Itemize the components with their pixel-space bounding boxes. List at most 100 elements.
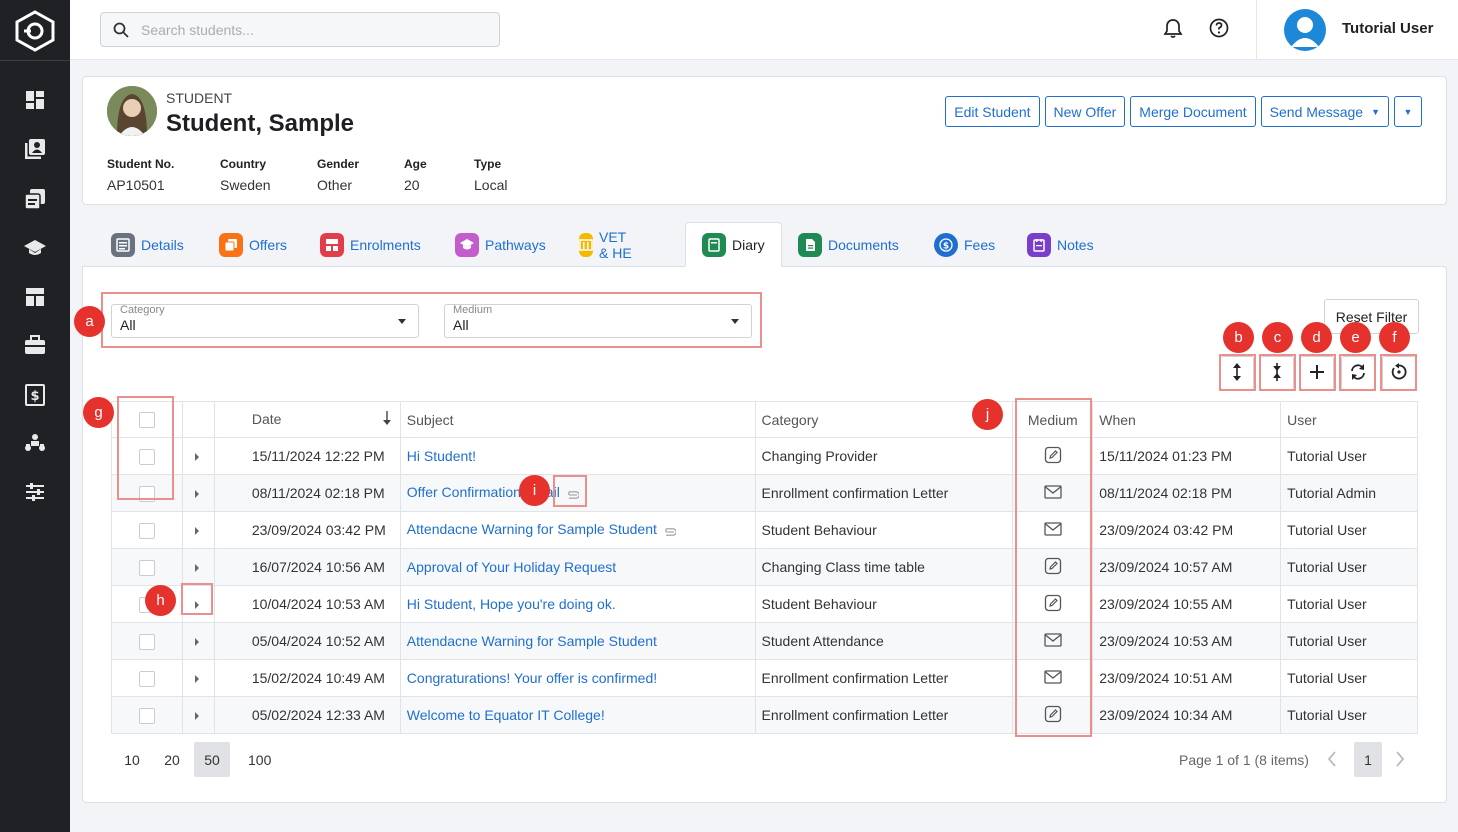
when-cell: 15/11/2024 01:23 PM (1092, 437, 1282, 475)
more-actions-button[interactable]: ▼ (1394, 96, 1422, 127)
collapse-all-button[interactable] (1260, 356, 1294, 390)
page-size-10[interactable]: 10 (114, 742, 150, 777)
table-row[interactable]: 23/09/2024 03:42 PM Attendacne Warning fo… (111, 511, 1418, 549)
expand-row-icon[interactable] (194, 638, 199, 646)
date-cell: 08/11/2024 02:18 PM (213, 474, 401, 512)
select-cell (111, 659, 183, 697)
page-size-100[interactable]: 100 (240, 742, 279, 777)
tab-pathways[interactable]: Pathways (455, 222, 546, 267)
graduation-icon[interactable] (23, 236, 47, 260)
expand-row-icon[interactable] (194, 601, 199, 609)
subject-link[interactable]: Approval of Your Holiday Request (407, 559, 616, 575)
subject-link[interactable]: Welcome to Equator IT College! (407, 707, 605, 723)
layout-icon[interactable] (23, 285, 47, 309)
medium-cell (1012, 437, 1094, 475)
annotation-marker-e: e (1340, 322, 1371, 353)
row-checkbox[interactable] (139, 633, 155, 650)
network-icon[interactable] (23, 431, 47, 455)
annotation-marker-b: b (1223, 322, 1254, 353)
tab-diary[interactable]: Diary (685, 222, 782, 267)
new-offer-button[interactable]: New Offer (1044, 96, 1126, 127)
select-all-checkbox[interactable] (139, 412, 155, 429)
tab-offers[interactable]: Offers (219, 222, 287, 267)
table-row[interactable]: 10/04/2024 10:53 AM Hi Student, Hope you'… (111, 585, 1418, 623)
field-country: Country Sweden (220, 157, 271, 193)
row-checkbox[interactable] (139, 670, 155, 687)
subject-link[interactable]: Hi Student, Hope you're doing ok. (407, 596, 616, 612)
students-icon[interactable] (23, 137, 47, 161)
tab-details[interactable]: Details (111, 222, 184, 267)
category-cell: Student Attendance (754, 622, 1014, 660)
table-row[interactable]: 05/04/2024 10:52 AM Attendacne Warning fo… (111, 622, 1418, 660)
tab-vet-he[interactable]: VET & HE (579, 222, 636, 267)
expand-row-icon[interactable] (194, 712, 199, 720)
search-box[interactable] (100, 12, 500, 47)
expand-row-icon[interactable] (194, 453, 199, 461)
merge-document-button[interactable]: Merge Document (1130, 96, 1256, 127)
search-input[interactable] (141, 21, 471, 38)
date-cell: 05/04/2024 10:52 AM (213, 622, 401, 660)
attachment-icon[interactable] (566, 486, 580, 502)
tab-fees[interactable]: $ Fees (934, 222, 995, 267)
table-row[interactable]: 15/02/2024 10:49 AM Congraturations! Your… (111, 659, 1418, 697)
medium-cell (1012, 696, 1094, 734)
grid-body: 15/11/2024 12:22 PM Hi Student! Changing P… (111, 437, 1418, 734)
table-row[interactable]: 16/07/2024 10:56 AM Approval of Your Holi… (111, 548, 1418, 586)
fees-icon[interactable]: $ (23, 383, 47, 407)
page-size-20[interactable]: 20 (154, 742, 190, 777)
app-logo[interactable] (14, 10, 56, 52)
briefcase-icon[interactable] (23, 333, 47, 357)
medium-filter[interactable]: Medium All (444, 304, 752, 338)
expand-row-icon[interactable] (194, 490, 199, 498)
user-avatar[interactable] (1284, 9, 1326, 51)
row-checkbox[interactable] (139, 485, 155, 502)
when-column-header[interactable]: When (1092, 401, 1282, 438)
row-checkbox[interactable] (139, 707, 155, 724)
medium-icon-wrap (1014, 521, 1092, 539)
subject-column-header[interactable]: Subject (399, 401, 756, 438)
field-label: Type (474, 157, 502, 171)
add-entry-button[interactable] (1300, 356, 1334, 390)
user-name[interactable]: Tutorial User (1342, 20, 1433, 37)
subject-link[interactable]: Hi Student! (407, 448, 476, 464)
expand-row-icon[interactable] (194, 527, 199, 535)
dashboard-icon[interactable] (23, 88, 47, 112)
row-checkbox[interactable] (139, 448, 155, 465)
edit-student-button[interactable]: Edit Student (945, 96, 1040, 127)
notifications-bell-icon[interactable] (1162, 17, 1186, 41)
page-number-1[interactable]: 1 (1354, 742, 1382, 777)
attachment-icon[interactable] (663, 523, 677, 539)
table-row[interactable]: 05/02/2024 12:33 AM Welcome to Equator IT… (111, 696, 1418, 734)
reset-layout-button[interactable] (1382, 356, 1416, 390)
table-row[interactable]: 15/11/2024 12:22 PM Hi Student! Changing P… (111, 437, 1418, 475)
refresh-button[interactable] (1341, 356, 1375, 390)
medium-column-header[interactable]: Medium (1012, 401, 1094, 438)
subject-link[interactable]: Congraturations! Your offer is confirmed… (407, 670, 657, 686)
documents-icon[interactable] (23, 187, 47, 211)
page-size-50[interactable]: 50 (194, 742, 230, 777)
help-icon[interactable] (1208, 17, 1232, 41)
row-checkbox[interactable] (139, 559, 155, 576)
enrolments-icon (320, 232, 344, 257)
row-checkbox[interactable] (139, 522, 155, 539)
date-column-header[interactable]: Date (213, 401, 401, 438)
next-page-button[interactable] (1390, 748, 1410, 772)
send-message-button[interactable]: Send Message ▼ (1260, 96, 1389, 127)
expand-row-icon[interactable] (194, 564, 199, 572)
tab-notes[interactable]: Notes (1027, 222, 1094, 267)
caret-down-icon: ▼ (1371, 106, 1380, 117)
expand-row-icon[interactable] (194, 675, 199, 683)
table-row[interactable]: 08/11/2024 02:18 PM Offer Confirmation Em… (111, 474, 1418, 512)
annotation-marker-f: f (1379, 322, 1410, 353)
prev-page-button[interactable] (1322, 748, 1342, 772)
tab-enrolments[interactable]: Enrolments (320, 222, 421, 267)
category-filter[interactable]: Category All (111, 304, 419, 338)
settings-sliders-icon[interactable] (23, 480, 47, 504)
tab-documents[interactable]: Documents (798, 222, 899, 267)
expand-all-button[interactable] (1220, 356, 1254, 390)
subject-link[interactable]: Attendacne Warning for Sample Student (407, 633, 657, 649)
select-cell (111, 696, 183, 734)
date-cell: 10/04/2024 10:53 AM (213, 585, 401, 623)
user-column-header[interactable]: User (1280, 401, 1418, 438)
subject-link[interactable]: Attendacne Warning for Sample Student (407, 521, 657, 537)
